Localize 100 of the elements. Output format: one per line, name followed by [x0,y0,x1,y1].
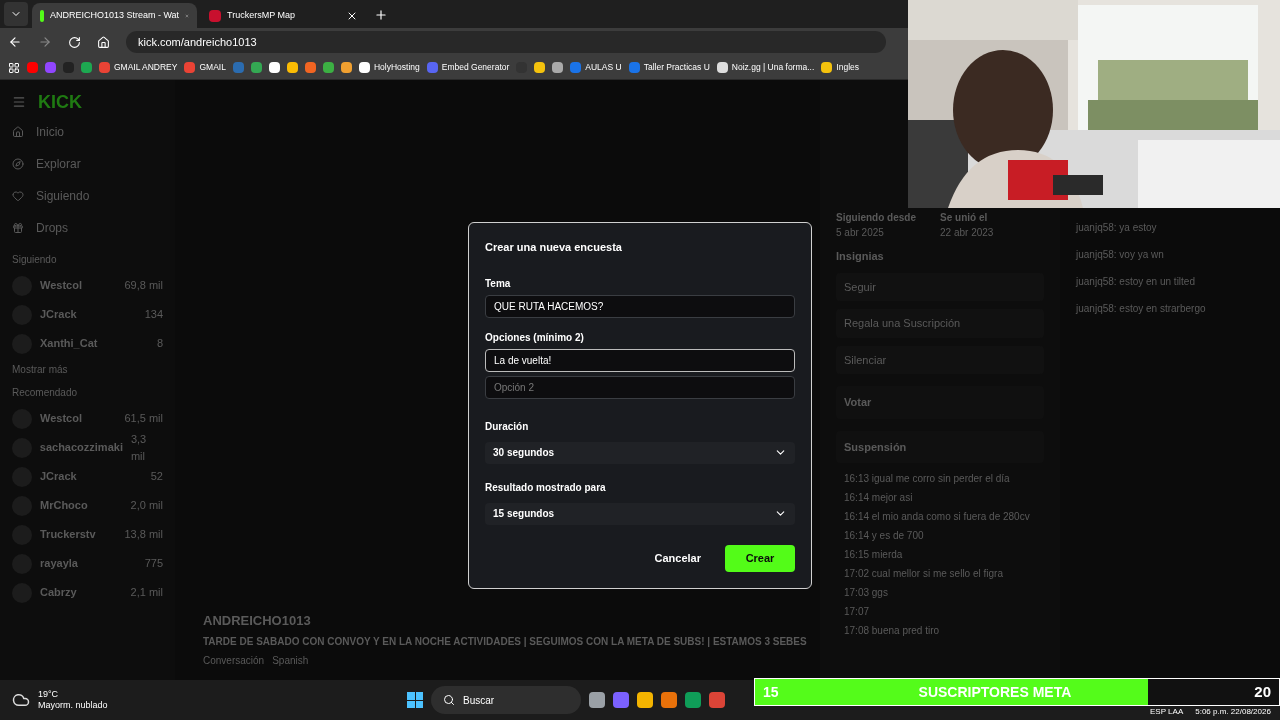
bookmark-icon[interactable] [821,62,833,73]
viewer-count: 2,0 mil [130,498,163,514]
nav-link[interactable]: Siguiendo [36,187,90,205]
viewer-count: 52 [150,469,163,485]
bookmark-link[interactable]: Embed Generator [441,61,510,74]
app-icon[interactable] [661,692,677,708]
streamer-name[interactable]: ANDREICHO1013 [203,610,807,630]
field-label: Resultado mostrado para [485,480,607,495]
cancel-button[interactable]: Cancelar [642,544,713,572]
section-heading: Recomendado [12,386,79,400]
fact-value: 22 abr 2023 [940,226,994,240]
browser-tab[interactable]: ANDREICHO1013 Stream - Wat [32,3,197,28]
viewer-count: 69,8 mil [124,278,163,294]
bookmark-icon[interactable] [286,62,298,73]
weather-icon[interactable] [12,691,30,709]
log-line: 16:14 mejor asi [844,491,914,505]
fact-label: Se unió el [940,211,989,225]
start-icon[interactable] [407,692,423,708]
channel-name[interactable]: JCrack [40,306,137,323]
bookmark-link[interactable]: AULAS U [585,61,622,74]
tab-search-button[interactable] [4,2,28,26]
bookmark-icon[interactable] [552,62,564,73]
new-tab-icon[interactable] [374,8,388,22]
topic-field[interactable]: QUE RUTA HACEMOS? [485,294,795,318]
bookmark-link[interactable]: HolyHosting [373,61,420,74]
viewer-count: 134 [144,307,163,323]
nav-link[interactable]: Drops [36,219,68,237]
goal-target: 20 [1254,681,1271,702]
search-icon [443,694,455,706]
viewer-count: 13,8 mil [124,527,163,543]
viewer-count: 61,5 mil [124,411,163,427]
site-logo[interactable]: KICK [38,88,82,116]
stream-tag[interactable]: Spanish [272,653,309,668]
viewer-count: 8 [156,336,163,352]
chat-message: juanjq58: estoy en strarbergo [1076,302,1207,316]
channel-name[interactable]: Truckerstv [40,526,117,543]
bookmark-link[interactable]: Noiz.gg | Una forma... [731,61,815,74]
language-indicator[interactable]: ESP LAA [1150,706,1184,718]
create-button[interactable]: Crear [725,544,795,572]
channel-name[interactable]: Cabrzy [40,584,123,601]
search-field[interactable]: Buscar [431,686,581,714]
channel-name[interactable]: sachacozzimaki [39,439,123,456]
menu-icon[interactable] [12,95,26,109]
channel-name[interactable]: JCrack [40,468,143,485]
back-icon[interactable] [8,35,22,49]
temperature: 19°C [38,688,60,700]
app-icon[interactable] [685,692,701,708]
forward-icon[interactable] [38,35,52,49]
channel-name[interactable]: Westcol [40,410,117,427]
app-icon[interactable] [637,692,653,708]
clock[interactable]: 5:06 p.m. 22/08/2026 [1195,706,1271,718]
bookmark-link[interactable]: GMAIL [199,61,226,74]
channel-name[interactable]: MrChoco [40,497,123,514]
nav-icon [12,126,24,138]
dialog-title: Crear una nueva encuesta [485,240,623,255]
bookmark-icon[interactable] [716,62,728,73]
viewer-count: 3,3 mil [130,432,148,464]
bookmark-link[interactable]: Taller Practicas U [643,61,710,74]
fact-value: 5 abr 2025 [836,226,885,240]
option-field[interactable]: Opción 2 [485,375,795,399]
tab-title: TruckersMP Map [227,8,296,22]
channel-name[interactable]: rayayla [40,555,137,572]
goal-label: SUSCRIPTORES META [918,682,1072,702]
log-line: 16:14 y es de 700 [844,529,925,543]
channel-name[interactable]: Westcol [40,277,117,294]
stream-title: TARDE DE SABADO CON CONVOY Y EN LA NOCHE ACTIVIDADES | SEGUIMOS CON LA META DE SUBS! | ESTAMOS 3 SEBES [203,635,807,649]
section-heading: Siguiendo [12,253,58,267]
goal-current: 15 [763,682,779,702]
app-icon[interactable] [709,692,725,708]
profile-action-button[interactable]: Regala una Suscripción [836,309,1044,338]
nav-link[interactable]: Explorar [36,155,81,173]
apps-icon[interactable] [8,61,20,74]
log-line: 16:15 mierda [844,548,904,562]
channel-name[interactable]: Xanthi_Cat [40,335,149,352]
bookmark-icon[interactable] [268,62,280,73]
option-field[interactable]: La de vuelta! [485,348,795,372]
bookmark-icon[interactable] [534,62,546,73]
log-line: 17:02 cual mellor si me sello el figra [844,567,1004,581]
bookmark-icon[interactable] [358,62,370,73]
home-icon[interactable] [97,35,110,49]
nav-link[interactable]: Inicio [36,123,64,141]
field-label: Duración [485,419,530,434]
profile-action-button[interactable]: Seguir [836,272,1044,301]
profile-action-button[interactable]: Silenciar [836,345,1044,374]
bookmark-link[interactable]: Ingles [836,61,860,74]
fact-label: Siguiendo desde [836,211,916,225]
tab-title: ANDREICHO1013 Stream - Wat [49,8,180,22]
log-line: 17:03 ggs [844,586,889,600]
app-icon[interactable] [613,692,629,708]
address-field[interactable]: kick.com/andreicho1013 [126,31,886,53]
browser-tab[interactable]: TruckersMP Map [201,3,366,28]
log-line: 16:13 igual me corro sin perder el día [844,472,1011,486]
reload-icon[interactable] [68,35,81,49]
bookmark-link[interactable]: GMAIL ANDREY [114,61,178,74]
bookmark-icon[interactable] [340,62,352,73]
app-icon[interactable] [589,692,605,708]
select-dropdown[interactable]: 30 segundos [485,441,795,464]
stream-tag[interactable]: Conversación [203,653,265,668]
show-more-link[interactable]: Mostrar más [12,362,163,377]
select-dropdown[interactable]: 15 segundos [485,502,795,525]
